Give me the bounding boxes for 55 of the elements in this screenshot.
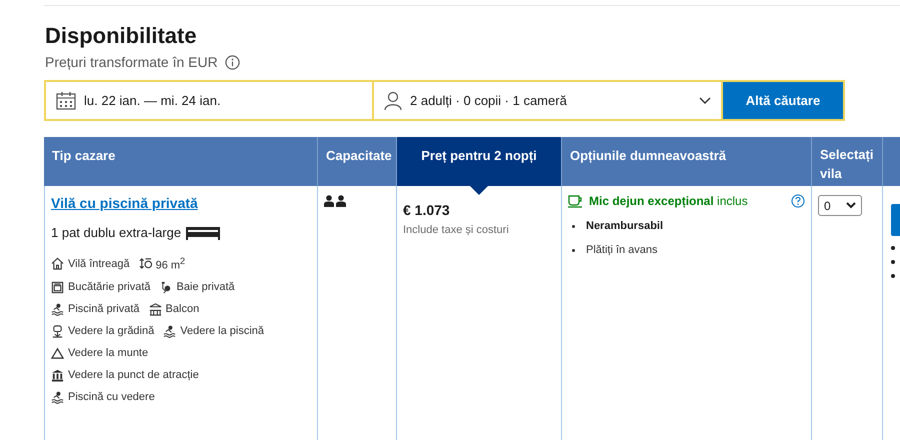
room-name-link[interactable]: Vilă cu piscină privată bbox=[51, 195, 198, 211]
chevron-down-icon bbox=[846, 202, 856, 209]
tree-icon bbox=[51, 324, 64, 338]
facility-text: Balcon bbox=[166, 303, 200, 316]
house-icon bbox=[51, 257, 64, 270]
bullet-icon bbox=[891, 246, 895, 250]
help-icon[interactable] bbox=[791, 194, 805, 208]
facility-text: Vedere la munte bbox=[68, 347, 148, 360]
kitchen-icon bbox=[51, 280, 64, 294]
bed-text: 1 pat dublu extra-large bbox=[51, 225, 182, 240]
price-note: Include taxe și costuri bbox=[403, 224, 510, 236]
facility-text: Baie privată bbox=[176, 281, 235, 294]
column-header: Tip cazare bbox=[44, 137, 318, 186]
quantity-select[interactable]: 0 bbox=[818, 195, 862, 216]
column-header: Capacitate bbox=[318, 137, 397, 186]
policy-text: Plătiți în avans bbox=[586, 244, 658, 256]
pool-icon bbox=[163, 324, 176, 338]
facility-text: Vedere la punct de atracție bbox=[68, 369, 199, 382]
bullet-icon bbox=[572, 224, 575, 228]
balcony-icon bbox=[148, 302, 162, 316]
bath-icon bbox=[160, 280, 173, 294]
chevron-down-icon bbox=[699, 96, 711, 104]
bullet-icon bbox=[891, 260, 895, 264]
cup-icon bbox=[568, 194, 583, 208]
facility-text: Piscină privată bbox=[68, 303, 140, 316]
facility-text: Vedere la grădină bbox=[68, 325, 154, 338]
bed-icon bbox=[185, 226, 222, 240]
person-icon bbox=[384, 90, 402, 110]
currency-note: Prețuri transformate în EUR bbox=[45, 54, 218, 70]
facility-text: 96 m$^{2}$ bbox=[156, 256, 186, 272]
bullet-icon bbox=[891, 274, 895, 278]
column-header: Opțiunile dumneavoastră bbox=[562, 137, 812, 186]
guests-field[interactable]: 2 adulți · 0 copii · 1 cameră bbox=[374, 82, 721, 119]
breakfast-text: Mic dejun excepțional inclus bbox=[589, 194, 749, 208]
facility-text: Bucătărie privată bbox=[68, 281, 151, 294]
search-button[interactable]: Altă căutare bbox=[723, 82, 843, 119]
date-field[interactable]: lu. 22 ian. — mi. 24 ian. bbox=[46, 82, 372, 119]
pool-icon bbox=[51, 390, 64, 404]
policy-text: Nerambursabil bbox=[586, 220, 664, 232]
calendar-icon bbox=[56, 91, 76, 110]
occupancy-icon bbox=[324, 195, 346, 207]
bullet-icon bbox=[572, 248, 575, 252]
landmark-icon bbox=[51, 368, 64, 382]
facility-text: Vilă întreagă bbox=[68, 258, 130, 270]
mountain-icon bbox=[51, 346, 64, 360]
column-header: Preț pentru 2 nopți bbox=[397, 137, 562, 186]
facility-text: Vedere la piscină bbox=[180, 325, 264, 338]
area-icon bbox=[138, 257, 152, 270]
price: € 1.073 bbox=[403, 202, 451, 218]
section-title: Disponibilitate bbox=[45, 23, 198, 49]
info-icon[interactable] bbox=[224, 54, 240, 70]
facility-text: Piscină cu vedere bbox=[68, 391, 155, 404]
pointer-icon bbox=[470, 186, 488, 195]
column-header: Selectați vila bbox=[812, 137, 883, 186]
pool-icon bbox=[51, 302, 64, 316]
